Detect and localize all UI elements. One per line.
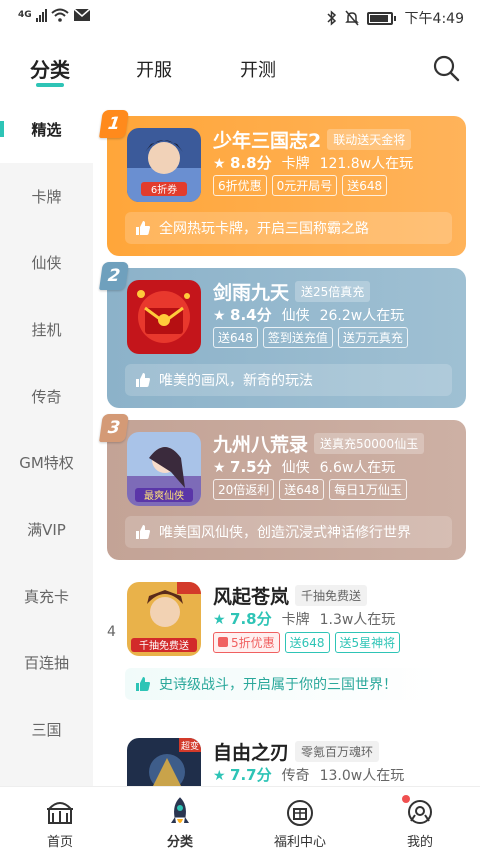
featured-game-card[interactable]: 3 最爽仙侠 九州八荒录 送真充50000仙玉 ★ 7.5分 仙侠 6.6w人在玩 2… bbox=[99, 414, 466, 560]
tag: 签到送充值 bbox=[262, 327, 333, 348]
rank-badge: 2 bbox=[99, 262, 129, 290]
search-icon[interactable] bbox=[432, 54, 460, 82]
sidebar-item-vip[interactable]: 满VIP bbox=[0, 496, 93, 563]
svg-text:超变: 超变 bbox=[181, 740, 199, 752]
game-title: 九州八荒录 bbox=[213, 434, 309, 456]
gift-icon bbox=[287, 800, 313, 826]
game-icon: 千抽免费送 bbox=[127, 582, 201, 656]
sidebar-item-gm[interactable]: GM特权 bbox=[0, 429, 93, 496]
list-item[interactable]: 4 千抽免费送 风起苍岚 千抽免费送 ★ 7.8分 卡牌 1.3w人在玩 5折优惠 送… bbox=[93, 574, 480, 724]
discount-tag: 5折优惠 bbox=[213, 632, 280, 653]
slogan: 唯美的画风，新奇的玩法 bbox=[125, 364, 452, 396]
rating: ★ 7.7分 bbox=[213, 766, 272, 784]
rating: ★ 7.8分 bbox=[213, 610, 272, 628]
tag: 每日1万仙玉 bbox=[329, 479, 407, 500]
player-count: 13.0w人在玩 bbox=[319, 767, 405, 784]
slogan: 全网热玩卡牌，开启三国称霸之路 bbox=[125, 212, 452, 244]
genre: 仙侠 bbox=[281, 459, 310, 476]
game-title: 少年三国志2 bbox=[213, 130, 322, 152]
player-count: 6.6w人在玩 bbox=[319, 459, 396, 476]
promo-label: 联动送天金将 bbox=[327, 129, 412, 150]
genre: 卡牌 bbox=[281, 611, 310, 628]
genre: 仙侠 bbox=[281, 307, 310, 324]
category-tabs: 分类 开服 开测 bbox=[0, 44, 480, 94]
tab-server-open[interactable]: 开服 bbox=[136, 56, 172, 82]
promo-label: 送真充50000仙玉 bbox=[314, 433, 425, 454]
player-count: 26.2w人在玩 bbox=[319, 307, 405, 324]
bluetooth-icon bbox=[327, 10, 336, 26]
rating: ★ 7.5分 bbox=[213, 458, 272, 476]
tag: 送5星神将 bbox=[334, 632, 401, 653]
rank-badge: 3 bbox=[99, 414, 129, 442]
rank-badge: 1 bbox=[99, 110, 129, 138]
nav-category[interactable]: 分类 bbox=[120, 787, 240, 853]
slogan: 唯美国风仙侠，创造沉浸式神话修行世界 bbox=[125, 516, 452, 548]
game-icon: 6折券 bbox=[127, 128, 201, 202]
network-type: 4G bbox=[18, 10, 32, 20]
wifi-icon bbox=[50, 8, 69, 22]
sidebar-item-recharge-card[interactable]: 真充卡 bbox=[0, 563, 93, 630]
mail-icon bbox=[73, 8, 91, 21]
game-icon bbox=[127, 280, 201, 354]
tag: 送648 bbox=[284, 632, 330, 653]
genre: 传奇 bbox=[281, 767, 310, 784]
rank-number: 4 bbox=[107, 624, 116, 640]
sidebar-item-card[interactable]: 卡牌 bbox=[0, 163, 93, 230]
nav-home[interactable]: 首页 bbox=[0, 787, 120, 853]
genre: 卡牌 bbox=[281, 155, 310, 172]
signal-icon bbox=[35, 8, 47, 22]
home-icon bbox=[47, 802, 73, 824]
list-item[interactable]: 超变 自由之刃 零氪百万魂环 ★ 7.7分 传奇 13.0w人在玩 bbox=[93, 730, 480, 786]
slogan: 史诗级战斗，开启属于你的三国世界！ bbox=[125, 668, 440, 700]
sidebar-item-idle[interactable]: 挂机 bbox=[0, 296, 93, 363]
tag: 送648 bbox=[213, 327, 258, 348]
sidebar-item-hundred-draw[interactable]: 百连抽 bbox=[0, 630, 93, 697]
player-count: 1.3w人在玩 bbox=[319, 611, 396, 628]
featured-game-card[interactable]: 1 6折券 少年三国志2 联动送天金将 ★ 8.8分 卡牌 121.8w人在玩 6折优… bbox=[99, 110, 466, 256]
svg-text:千抽免费送: 千抽免费送 bbox=[139, 639, 189, 652]
status-bar: 4G 下午4:49 bbox=[0, 0, 480, 34]
thumbs-up-icon bbox=[136, 373, 150, 387]
game-icon: 超变 bbox=[127, 738, 201, 786]
thumbs-up-icon bbox=[136, 221, 150, 235]
game-list: 1 6折券 少年三国志2 联动送天金将 ★ 8.8分 卡牌 121.8w人在玩 6折优… bbox=[93, 96, 480, 786]
tag: 0元开局号 bbox=[271, 175, 338, 196]
sidebar-item-xianxia[interactable]: 仙侠 bbox=[0, 229, 93, 296]
battery-icon bbox=[366, 11, 396, 25]
nav-welfare-center[interactable]: 福利中心 bbox=[240, 787, 410, 853]
game-title: 风起苍岚 bbox=[213, 586, 290, 608]
tag: 6折优惠 bbox=[213, 175, 267, 196]
tag: 20倍返利 bbox=[213, 479, 275, 500]
rating: ★ 8.8分 bbox=[213, 154, 272, 172]
promo-label: 零氪百万魂环 bbox=[295, 741, 380, 762]
category-sidebar: 精选 卡牌 仙侠 挂机 传奇 GM特权 满VIP 真充卡 百连抽 三国 bbox=[0, 96, 93, 786]
rocket-icon bbox=[171, 797, 189, 823]
sidebar-item-legend[interactable]: 传奇 bbox=[0, 363, 93, 430]
thumbs-up-icon bbox=[136, 525, 150, 539]
bottom-navigation: 首页 分类 福利中心 我的 bbox=[0, 786, 480, 853]
rating: ★ 8.4分 bbox=[213, 306, 272, 324]
promo-label: 送25倍真充 bbox=[295, 281, 371, 302]
profile-icon bbox=[408, 800, 432, 824]
tag: 送648 bbox=[342, 175, 388, 196]
thumbs-up-icon bbox=[136, 677, 150, 691]
tag: 送648 bbox=[279, 479, 325, 500]
promo-label: 千抽免费送 bbox=[295, 585, 368, 606]
svg-text:6折券: 6折券 bbox=[151, 183, 177, 196]
nav-profile[interactable]: 我的 bbox=[360, 787, 480, 853]
player-count: 121.8w人在玩 bbox=[319, 155, 414, 172]
game-icon: 最爽仙侠 bbox=[127, 432, 201, 506]
tag: 送万元真充 bbox=[337, 327, 408, 348]
sidebar-item-three-kingdoms[interactable]: 三国 bbox=[0, 696, 93, 763]
svg-text:最爽仙侠: 最爽仙侠 bbox=[144, 489, 184, 502]
game-title: 自由之刃 bbox=[213, 742, 290, 764]
featured-game-card[interactable]: 2 剑雨九天 送25倍真充 ★ 8.4分 仙侠 26.2w人在玩 送648 签到送充值… bbox=[99, 262, 466, 408]
tab-beta-test[interactable]: 开测 bbox=[240, 56, 276, 82]
tab-category[interactable]: 分类 bbox=[30, 54, 70, 87]
game-title: 剑雨九天 bbox=[213, 282, 290, 304]
sidebar-item-featured[interactable]: 精选 bbox=[0, 96, 93, 163]
clock: 下午4:49 bbox=[404, 11, 464, 27]
mute-icon bbox=[344, 10, 359, 26]
